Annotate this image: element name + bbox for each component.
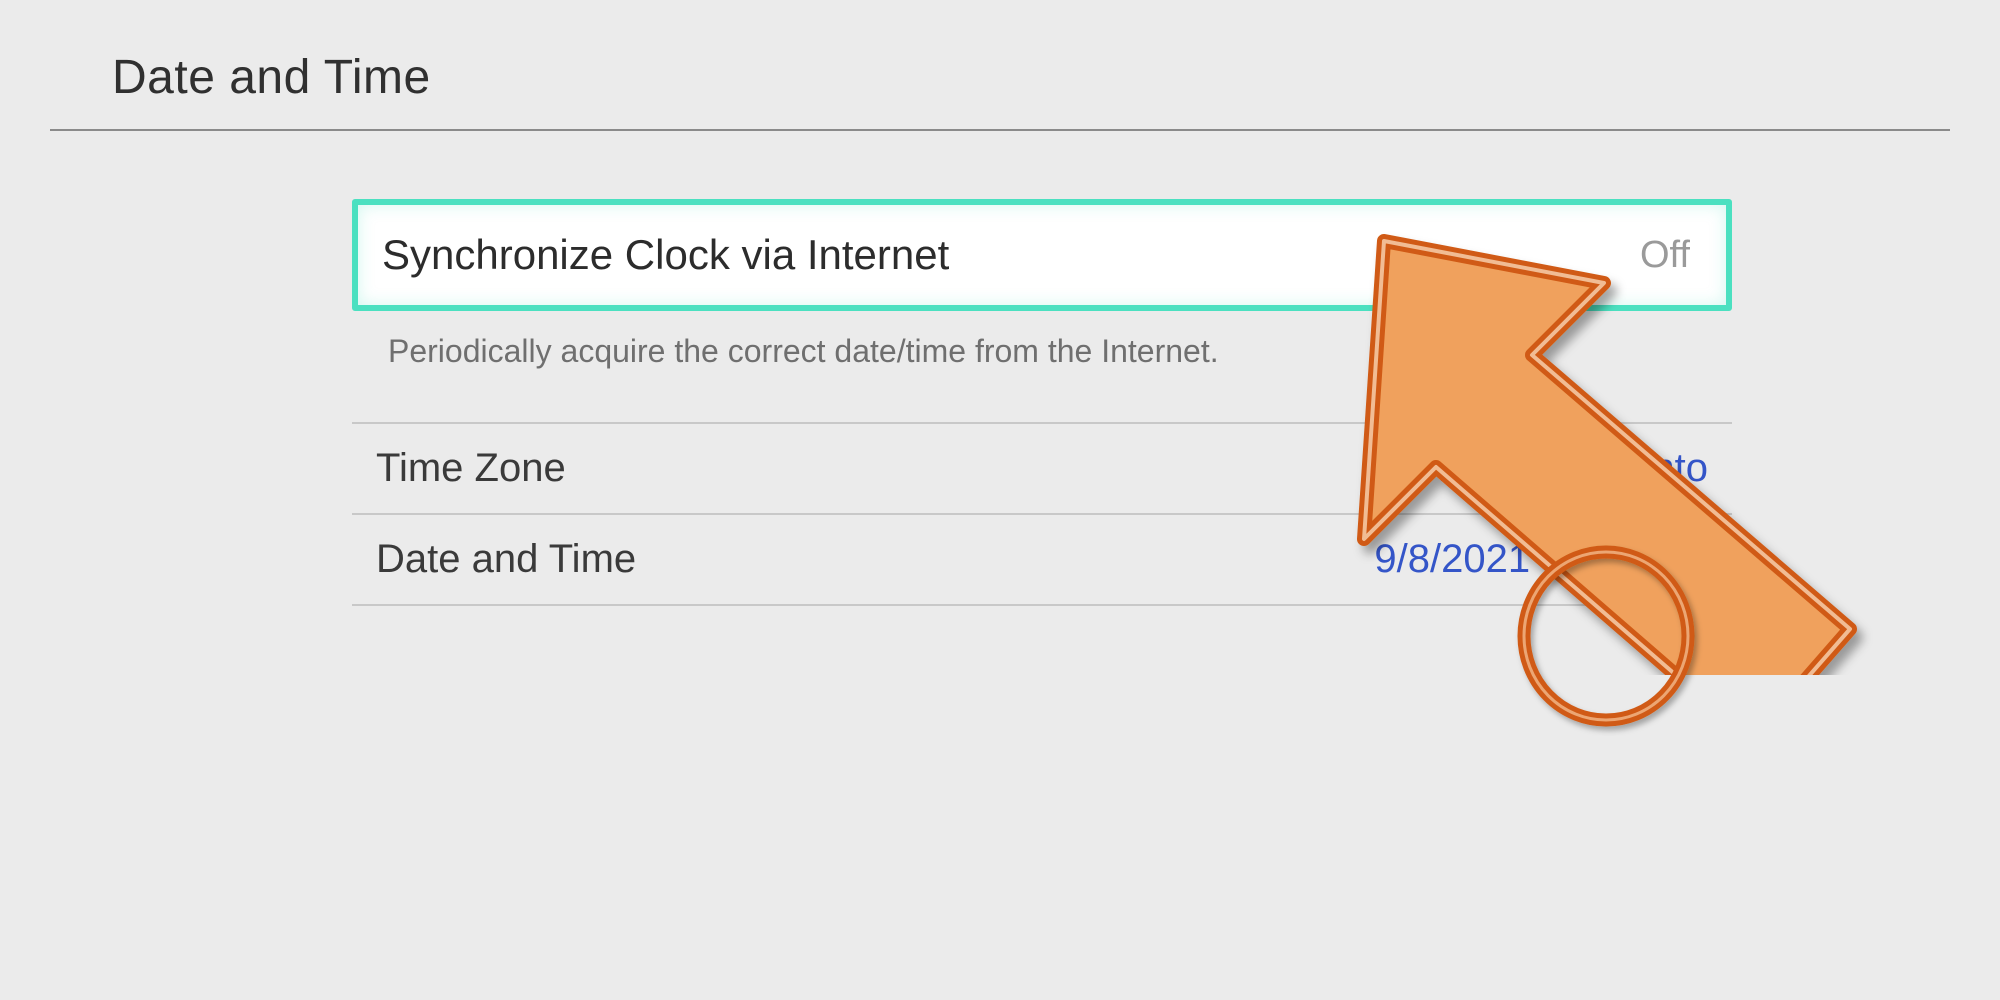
- page-header: Date and Time: [0, 0, 2000, 105]
- datetime-label: Date and Time: [376, 537, 636, 582]
- sync-clock-row[interactable]: Synchronize Clock via Internet Off: [352, 199, 1732, 311]
- datetime-row[interactable]: Date and Time 9/8/2021 3:59 p.m.: [352, 513, 1732, 606]
- timezone-row[interactable]: Time Zone New York, Toronto: [352, 422, 1732, 513]
- timezone-value: New York, Toronto: [1384, 446, 1708, 491]
- sync-clock-label: Synchronize Clock via Internet: [382, 231, 949, 279]
- sync-clock-value: Off: [1640, 234, 1690, 277]
- sync-clock-description: Periodically acquire the correct date/ti…: [352, 311, 1750, 370]
- settings-list: Time Zone New York, Toronto Date and Tim…: [352, 422, 1732, 606]
- settings-content: Synchronize Clock via Internet Off Perio…: [0, 131, 1750, 606]
- datetime-value: 9/8/2021 3:59 p.m.: [1374, 537, 1708, 582]
- timezone-label: Time Zone: [376, 446, 566, 491]
- page-title: Date and Time: [112, 50, 2000, 105]
